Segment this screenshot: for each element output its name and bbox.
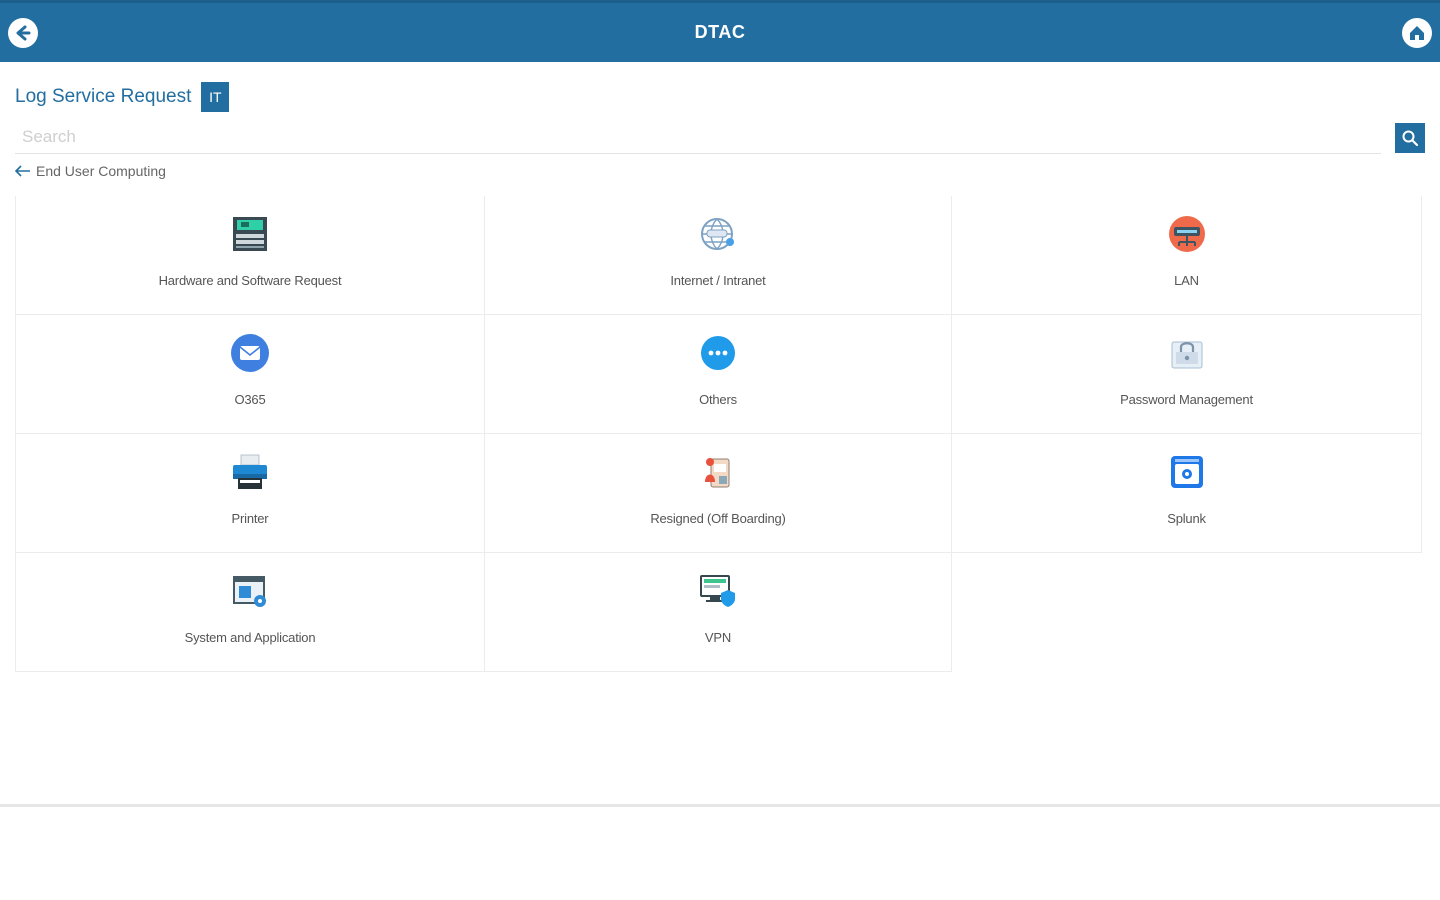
- category-splunk[interactable]: Splunk: [952, 434, 1422, 553]
- divider: [0, 804, 1440, 807]
- home-button[interactable]: [1402, 18, 1432, 48]
- category-system-application[interactable]: System and Application: [15, 553, 485, 672]
- page-title: Log Service Request: [15, 86, 192, 107]
- category-others[interactable]: Others: [485, 315, 952, 434]
- category-label: Splunk: [1167, 511, 1206, 526]
- category-label: Password Management: [1120, 392, 1253, 407]
- category-printer[interactable]: Printer: [15, 434, 485, 553]
- search-input[interactable]: [15, 121, 1381, 153]
- category-label: LAN: [1174, 273, 1199, 288]
- category-label: Printer: [231, 511, 269, 526]
- category-badge: IT: [201, 82, 230, 112]
- category-label: Others: [699, 392, 737, 407]
- resigned-icon: [698, 452, 738, 492]
- mail-icon: [230, 333, 270, 373]
- page-heading: Log Service Request IT: [15, 82, 230, 112]
- category-o365[interactable]: O365: [15, 315, 485, 434]
- lan-icon: [1167, 214, 1207, 254]
- category-lan[interactable]: LAN: [952, 196, 1422, 315]
- search-button[interactable]: [1395, 123, 1425, 153]
- category-label: System and Application: [184, 630, 316, 645]
- category-label: O365: [234, 392, 266, 407]
- app-title: DTAC: [694, 22, 746, 42]
- splunk-icon: [1167, 452, 1207, 492]
- category-vpn[interactable]: VPN: [485, 553, 952, 672]
- hardware-icon: [230, 214, 270, 254]
- category-label: Resigned (Off Boarding): [650, 511, 786, 526]
- password-icon: [1167, 333, 1207, 373]
- category-grid: Hardware and Software Request Internet /…: [15, 196, 1422, 672]
- category-internet-intranet[interactable]: Internet / Intranet: [485, 196, 952, 315]
- arrow-left-icon: [15, 165, 30, 177]
- category-label: Internet / Intranet: [670, 273, 766, 288]
- printer-icon: [230, 452, 270, 492]
- category-label: VPN: [704, 630, 732, 645]
- breadcrumb-label: End User Computing: [36, 163, 166, 179]
- search-icon: [1402, 130, 1419, 147]
- system-icon: [230, 571, 270, 611]
- internet-icon: [698, 214, 738, 254]
- category-label: Hardware and Software Request: [158, 273, 342, 288]
- home-icon: [1410, 26, 1424, 40]
- breadcrumb-back[interactable]: End User Computing: [15, 163, 166, 179]
- category-hardware-software[interactable]: Hardware and Software Request: [15, 196, 485, 315]
- search-bar: [15, 121, 1381, 154]
- more-icon: [698, 333, 738, 373]
- category-resigned-offboarding[interactable]: Resigned (Off Boarding): [485, 434, 952, 553]
- top-bar: DTAC: [0, 0, 1440, 62]
- vpn-icon: [698, 571, 738, 611]
- category-password-management[interactable]: Password Management: [952, 315, 1422, 434]
